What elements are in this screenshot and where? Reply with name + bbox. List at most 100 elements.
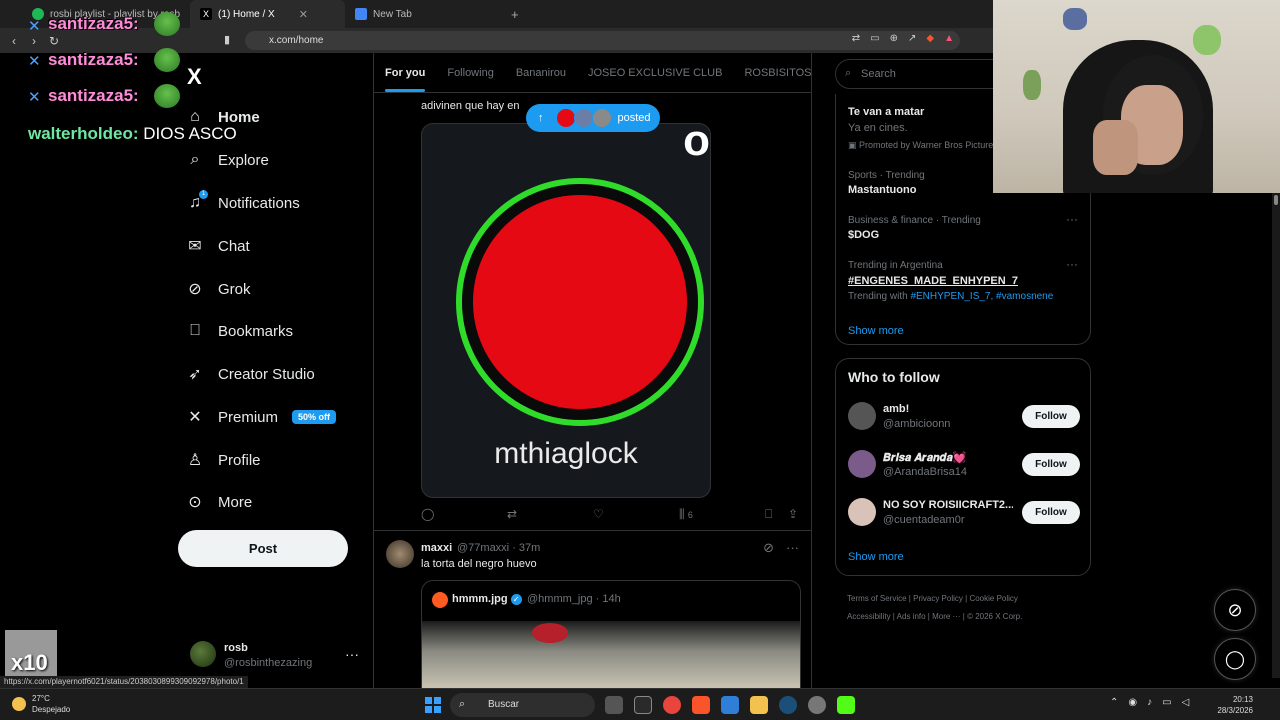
trend-title[interactable]: Te van a matar xyxy=(848,106,924,118)
back-icon[interactable]: ‹ xyxy=(4,34,24,48)
reload-icon[interactable]: ↻ xyxy=(44,34,64,48)
more-dots-icon[interactable]: ··· xyxy=(345,646,359,662)
bookmark-page-icon[interactable]: ▮ xyxy=(224,33,230,46)
forward-icon[interactable]: › xyxy=(24,34,44,48)
tab-rosbisitos[interactable]: ROSBISITOS xyxy=(744,67,811,79)
more-dots-icon[interactable]: ··· xyxy=(1066,257,1078,271)
tweet-media[interactable]: o mthiaglock xyxy=(421,123,711,498)
more-dots-icon[interactable]: ··· xyxy=(786,540,799,556)
trend-title[interactable]: #ENGENES_MADE_ENHYPEN_7 xyxy=(848,275,1018,287)
chrome-icon[interactable] xyxy=(663,696,681,714)
url-field[interactable]: x.com/home ⇄ ▭ ⊕ ↗ ◆ ▲ xyxy=(245,31,960,50)
show-more-link[interactable]: Show more xyxy=(848,325,904,337)
tweet-author-name[interactable]: maxxi xyxy=(421,542,452,554)
more-dots-icon[interactable]: ··· xyxy=(1066,212,1078,226)
footer-link[interactable]: More ··· xyxy=(932,612,960,621)
views-icon[interactable]: ⫼ 6 xyxy=(679,507,693,522)
kick-icon[interactable] xyxy=(837,696,855,714)
steam-icon[interactable] xyxy=(779,696,797,714)
avatar[interactable] xyxy=(386,540,414,568)
reply-icon[interactable]: ◯ xyxy=(421,507,434,521)
grok-icon[interactable]: ⊘ xyxy=(763,540,774,556)
avatar xyxy=(848,402,876,430)
trend-title[interactable]: $DOG xyxy=(848,229,879,241)
sword-icon: ✕ xyxy=(28,89,41,106)
follow-suggestion[interactable]: amb! @ambicioonn Follow xyxy=(848,398,1080,438)
nav-more[interactable]: ⊙ More xyxy=(186,493,252,512)
clock[interactable]: 20:13 28/3/2026 xyxy=(1209,694,1253,716)
new-tab-button[interactable]: + xyxy=(511,7,519,22)
network-icon[interactable]: ▭ xyxy=(1162,697,1171,708)
address-bar-row: ‹ › ↻ ▮ x.com/home ⇄ ▭ ⊕ ↗ ◆ ▲ xyxy=(0,28,993,53)
post-button[interactable]: Post xyxy=(178,530,348,567)
footer-link[interactable]: Accessibility xyxy=(847,612,891,621)
nav-creator-studio[interactable]: ➶ Creator Studio xyxy=(186,365,314,384)
moon-icon xyxy=(12,697,26,711)
follow-button[interactable]: Follow xyxy=(1022,405,1080,428)
explorer-icon[interactable] xyxy=(750,696,768,714)
avatar xyxy=(573,108,594,128)
follow-button[interactable]: Follow xyxy=(1022,501,1080,524)
close-tab-icon[interactable]: ✕ xyxy=(299,8,308,21)
footer-link[interactable]: Ads info xyxy=(897,612,926,621)
tab-for-you[interactable]: For you xyxy=(385,67,426,92)
share-icon[interactable]: ⇪ xyxy=(788,507,798,521)
who-to-follow-title: Who to follow xyxy=(848,369,940,385)
nav-grok[interactable]: ⊘ Grok xyxy=(186,280,250,299)
like-icon[interactable]: ♡ xyxy=(593,507,604,521)
chat-message: santizaza5: xyxy=(48,86,139,106)
follow-button[interactable]: Follow xyxy=(1022,453,1080,476)
task-view-icon[interactable] xyxy=(605,696,623,714)
tweet-time: 37m xyxy=(518,542,541,554)
media-player-icon[interactable] xyxy=(808,696,826,714)
timeline: For you Following Bananirou JOSEO EXCLUS… xyxy=(373,53,812,720)
brave-icon[interactable] xyxy=(692,696,710,714)
trend-title[interactable]: Mastantuono xyxy=(848,184,916,196)
tab-following[interactable]: Following xyxy=(447,67,493,79)
who-to-follow-panel: Who to follow amb! @ambicioonn Follow 𝑩𝒓… xyxy=(835,358,1091,576)
footer-link[interactable]: Terms of Service xyxy=(847,594,907,603)
follow-suggestion[interactable]: 𝑩𝒓𝒊𝒔𝒂 𝑨𝒓𝒂𝒏𝒅𝒂💓 @ArandaBrisa14 Follow xyxy=(848,446,1080,486)
taskbar-search[interactable]: ⌕ Buscar xyxy=(450,693,595,717)
retweet-icon[interactable]: ⇄ xyxy=(507,507,517,521)
grok-fab-button[interactable]: ⊘ xyxy=(1214,589,1256,631)
discord-icon[interactable]: ◉ xyxy=(1128,697,1137,708)
show-more-link[interactable]: Show more xyxy=(848,551,904,563)
cast-icon[interactable]: ▭ xyxy=(870,33,879,44)
bookmark-icon[interactable]: ⎕ xyxy=(765,507,772,522)
suggestion-name: amb! xyxy=(883,403,910,415)
nav-notifications[interactable]: ♫ 1 Notifications xyxy=(186,190,300,212)
volume-icon[interactable]: ◁ xyxy=(1182,697,1190,708)
nav-bookmarks[interactable]: ⎕ Bookmarks xyxy=(186,322,293,340)
mic-icon[interactable]: ♪ xyxy=(1147,697,1152,708)
page-scrollbar[interactable] xyxy=(1272,193,1280,678)
nav-chat[interactable]: ✉ Chat xyxy=(186,237,249,256)
tab-joseo[interactable]: JOSEO EXCLUSIVE CLUB xyxy=(588,67,723,79)
chevron-up-icon[interactable]: ⌃ xyxy=(1110,697,1118,708)
nav-premium[interactable]: ✕ Premium 50% off xyxy=(186,408,337,426)
tab-new-tab[interactable]: New Tab xyxy=(345,0,505,28)
brave-shield-icon[interactable]: ◆ xyxy=(926,33,934,44)
account-switcher[interactable]: rosb @rosbinthezazing ··· xyxy=(190,638,365,672)
windows-start-icon[interactable] xyxy=(425,697,441,713)
tab-x-home[interactable]: X (1) Home / X ✕ xyxy=(190,0,346,28)
footer-link[interactable]: Privacy Policy xyxy=(913,594,963,603)
footer-link[interactable]: Cookie Policy xyxy=(969,594,1017,603)
scroll-thumb[interactable] xyxy=(1274,195,1278,205)
share-icon[interactable]: ↗ xyxy=(908,33,916,44)
nav-explore[interactable]: ⌕ Explore xyxy=(186,151,269,169)
rewards-icon[interactable]: ▲ xyxy=(944,33,954,44)
epic-games-icon[interactable] xyxy=(634,696,652,714)
x-logo[interactable]: X xyxy=(187,64,202,90)
chat-fab-button[interactable]: ◯ xyxy=(1214,638,1256,680)
zoom-icon[interactable]: ⊕ xyxy=(890,33,898,44)
nav-profile[interactable]: ♙ Profile xyxy=(186,451,261,470)
frog-emote-icon xyxy=(154,84,180,108)
trending-with-links[interactable]: #ENHYPEN_IS_7, #vamosnene xyxy=(910,291,1053,302)
divider xyxy=(374,530,811,531)
tab-bananirou[interactable]: Bananirou xyxy=(516,67,566,79)
translate-icon[interactable]: ⇄ xyxy=(852,33,860,44)
new-posts-pill[interactable]: ↑ posted xyxy=(526,104,660,132)
store-icon[interactable] xyxy=(721,696,739,714)
follow-suggestion[interactable]: NO SOY ROISIICRAFT2... @cuentadeam0r Fol… xyxy=(848,494,1080,534)
